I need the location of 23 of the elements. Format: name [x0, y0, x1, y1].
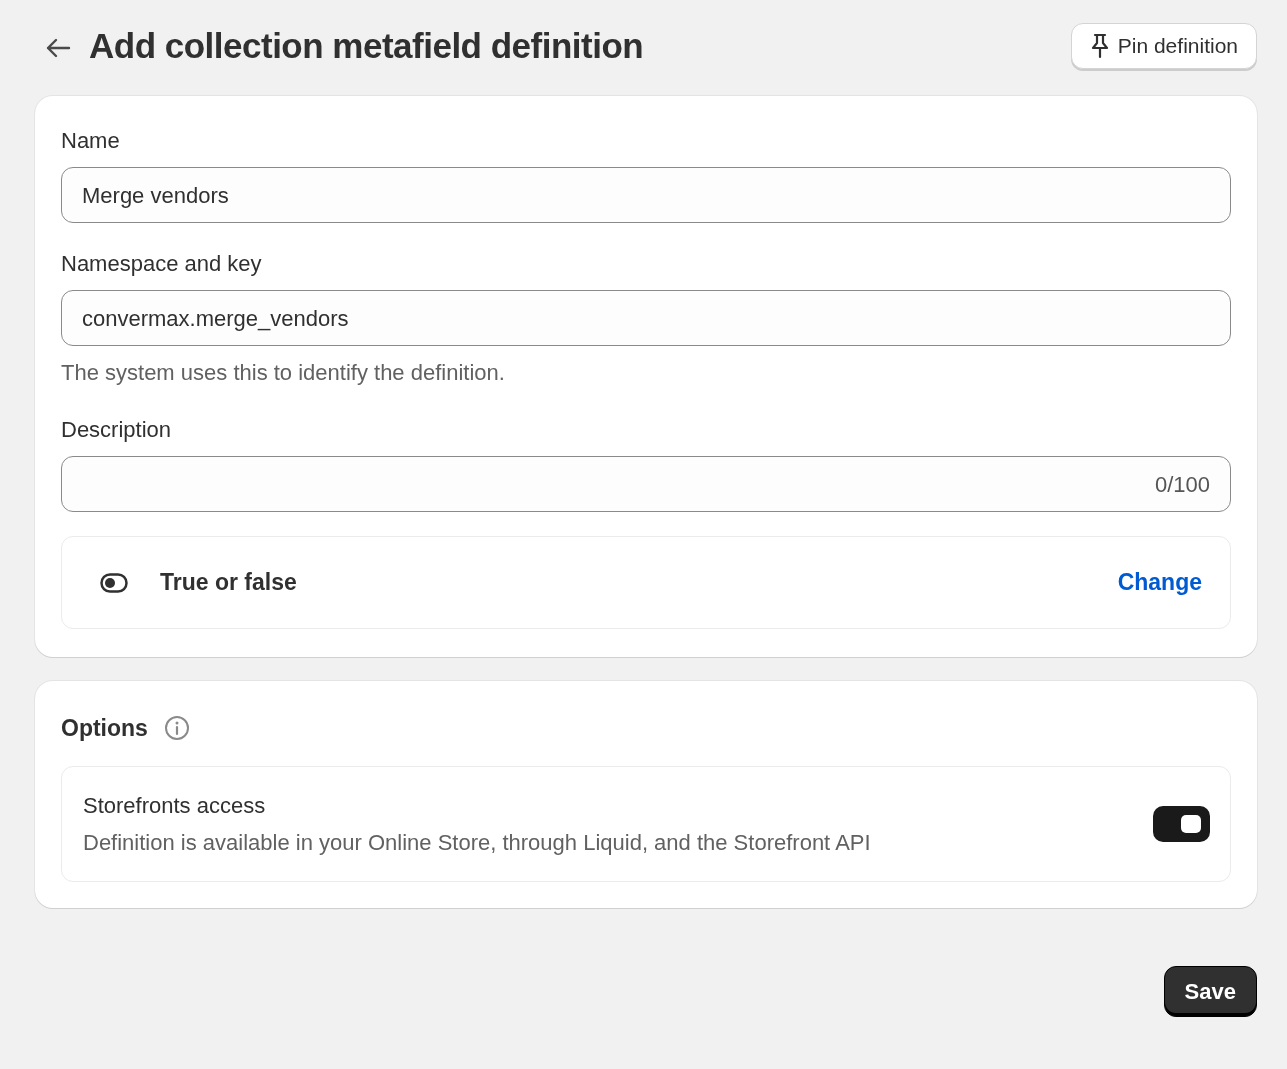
help-text: The system uses this to identify the definition.	[61, 359, 506, 387]
pin-definition-button[interactable]: Pin definition	[1070, 23, 1257, 69]
field-label: Namespace and key	[61, 250, 263, 278]
toggle-icon	[100, 572, 128, 593]
option-description: Definition is available in your Online Store, through Liquid, and the Storefront API	[83, 828, 871, 857]
change-link[interactable]: Change	[1117, 565, 1202, 600]
text-field[interactable]: 0/100	[61, 456, 1231, 512]
back-arrow-icon	[45, 37, 71, 58]
type-name: True or false	[160, 568, 297, 598]
text-field[interactable]: convermax.merge_vendors	[61, 290, 1231, 346]
toggle-switch[interactable]	[1153, 805, 1210, 842]
text-field[interactable]: Merge vendors	[61, 167, 1231, 223]
character-counter: 0/100	[1154, 470, 1210, 499]
page-title: Add collection metafield definition	[89, 25, 644, 67]
field-value: Merge vendors	[82, 181, 229, 210]
option-title: Storefronts access	[83, 791, 267, 820]
section-title: Options	[61, 714, 148, 743]
info-icon[interactable]	[163, 715, 190, 742]
field-label: Description	[61, 416, 173, 444]
field-value: convermax.merge_vendors	[82, 304, 349, 333]
pin-icon	[1089, 33, 1110, 59]
save-button[interactable]: Save	[1163, 965, 1257, 1017]
field-label: Name	[61, 127, 121, 155]
